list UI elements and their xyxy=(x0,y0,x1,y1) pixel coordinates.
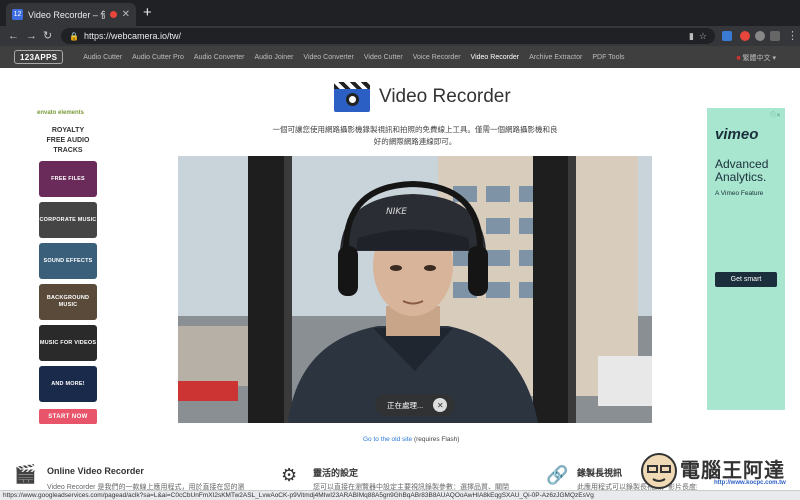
processing-indicator: 正在處理... ✕ xyxy=(375,394,455,416)
tab-title: Video Recorder – 使用網路 xyxy=(28,10,105,20)
chevron-down-icon: ▾ xyxy=(772,55,776,62)
feature-title: Online Video Recorder xyxy=(47,466,144,476)
webcam-image: NIKE xyxy=(178,156,652,423)
camera-clapper-icon: 🎬 xyxy=(14,464,37,484)
extension-cast-icon[interactable] xyxy=(770,31,780,41)
extension-record-icon[interactable] xyxy=(740,31,750,41)
tab-close-icon[interactable]: ✕ xyxy=(122,9,130,20)
feature-title: 靈活的設定 xyxy=(313,468,359,478)
close-icon[interactable]: ✕ xyxy=(433,398,448,412)
ad-choices-icon[interactable]: ⓘ✕ xyxy=(770,110,781,119)
language-label: 繁體中文 xyxy=(742,55,771,62)
address-bar[interactable]: 🔒 https://webcamera.io/tw/ ▮ ☆ xyxy=(61,28,715,44)
site-logo[interactable]: 123APPS xyxy=(14,50,64,64)
nav-link[interactable]: Audio Converter xyxy=(189,54,250,61)
page-description: 一個可讓您使用網路攝影機錄製視訊和拍照的免費線上工具。僅需一個網路攝影機和良好的… xyxy=(272,125,558,146)
browser-toolbar: ← → ↻ 🔒 https://webcamera.io/tw/ ▮ ☆ ⋮ xyxy=(0,26,800,46)
page-title: Video Recorder xyxy=(379,86,511,107)
url-text: https://webcamera.io/tw/ xyxy=(83,31,182,41)
new-tab-button[interactable]: + xyxy=(143,3,152,23)
nav-link[interactable]: Archive Extractor xyxy=(524,54,587,61)
nav-link[interactable]: Audio Cutter xyxy=(78,54,127,61)
extension-save-icon[interactable] xyxy=(722,31,732,41)
feature-title: 錄製長視訊 xyxy=(577,468,623,478)
nav-links: Audio Cutter Audio Cutter Pro Audio Conver… xyxy=(78,54,629,61)
nav-link[interactable]: Audio Joiner xyxy=(250,54,299,61)
nav-link[interactable]: Video Converter xyxy=(298,54,358,61)
ad-tile[interactable]: MUSIC FOR VIDEOS xyxy=(39,325,97,361)
status-bar: https://www.googleadservices.com/pagead/… xyxy=(0,490,800,500)
reload-icon[interactable]: ↻ xyxy=(43,28,52,44)
ad-tile[interactable]: BACKGROUND MUSIC xyxy=(39,284,97,320)
old-site-line: Go to the old site (requires Flash) xyxy=(363,436,459,443)
nav-link[interactable]: Voice Recorder xyxy=(408,54,466,61)
ad-tile[interactable]: SOUND EFFECTS xyxy=(39,243,97,279)
ad-title-line: TRACKS xyxy=(53,147,83,154)
nav-link[interactable]: Video Cutter xyxy=(359,54,408,61)
forward-icon[interactable]: → xyxy=(26,28,37,44)
watermark: 電腦王阿達 http://www.kocpc.com.tw xyxy=(640,450,800,492)
browser-tab[interactable]: 12 Video Recorder – 使用網路 ✕ xyxy=(6,3,136,26)
language-selector[interactable]: ■ 繁體中文 ▾ xyxy=(736,53,776,63)
clip-icon: 🔗 xyxy=(546,465,569,485)
start-now-button[interactable]: START NOW xyxy=(39,409,97,424)
ad-headline: Advanced Analytics. xyxy=(715,158,768,184)
ad-subtext: A Vimeo Feature xyxy=(715,190,764,197)
menu-kebab-icon[interactable]: ⋮ xyxy=(787,28,798,44)
browser-tabbar: 12 Video Recorder – 使用網路 ✕ + xyxy=(0,0,800,26)
svg-text:NIKE: NIKE xyxy=(386,207,407,217)
nav-link[interactable]: Audio Cutter Pro xyxy=(127,54,189,61)
video-camera-icon xyxy=(334,82,370,112)
bookmark-star-icon[interactable]: ☆ xyxy=(699,31,707,42)
recording-indicator-icon xyxy=(109,11,117,18)
nav-link[interactable]: Video Recorder xyxy=(466,54,525,61)
get-smart-button[interactable]: Get smart xyxy=(715,272,777,287)
site-favicon-icon: 12 xyxy=(12,9,23,20)
back-icon[interactable]: ← xyxy=(8,28,19,44)
ad-title-line: ROYALTY xyxy=(51,127,85,134)
mascot-icon xyxy=(641,453,677,489)
gear-icon: ⚙ xyxy=(281,465,298,485)
old-site-note: (requires Flash) xyxy=(413,436,460,443)
vimeo-logo: vimeo xyxy=(715,126,759,143)
ad-title-line: FREE AUDIO xyxy=(46,137,90,144)
ad-headline-line: Analytics. xyxy=(715,170,767,184)
flag-icon: ■ xyxy=(736,55,741,62)
old-site-link[interactable]: Go to the old site xyxy=(363,436,412,443)
nav-link[interactable]: PDF Tools xyxy=(587,54,629,61)
envato-logo: envato elements xyxy=(37,110,85,116)
webcam-preview[interactable]: NIKE xyxy=(178,156,652,423)
processing-text: 正在處理... xyxy=(387,400,424,410)
watermark-url: http://www.kocpc.com.tw xyxy=(714,480,786,486)
ad-tile[interactable]: FREE FILES xyxy=(39,161,97,197)
camera-permission-icon[interactable]: ▮ xyxy=(689,31,694,42)
left-advertisement[interactable]: envato elements ROYALTY FREE AUDIO TRACK… xyxy=(37,110,99,424)
lock-icon: 🔒 xyxy=(69,31,79,41)
site-nav: 123APPS Audio Cutter Audio Cutter Pro Audi… xyxy=(0,46,800,68)
watermark-text: 電腦王阿達 xyxy=(680,460,785,482)
ad-tile[interactable]: CORPORATE MUSIC xyxy=(39,202,97,238)
right-advertisement[interactable]: ⓘ✕ vimeo Advanced Analytics. A Vimeo Fea… xyxy=(707,108,785,410)
ad-left-title: ROYALTY FREE AUDIO TRACKS xyxy=(37,126,99,156)
ad-tiles: FREE FILES CORPORATE MUSIC SOUND EFFECTS BA… xyxy=(37,161,99,402)
extension-circle-icon[interactable] xyxy=(755,31,765,41)
ad-tile[interactable]: AND MORE! xyxy=(39,366,97,402)
